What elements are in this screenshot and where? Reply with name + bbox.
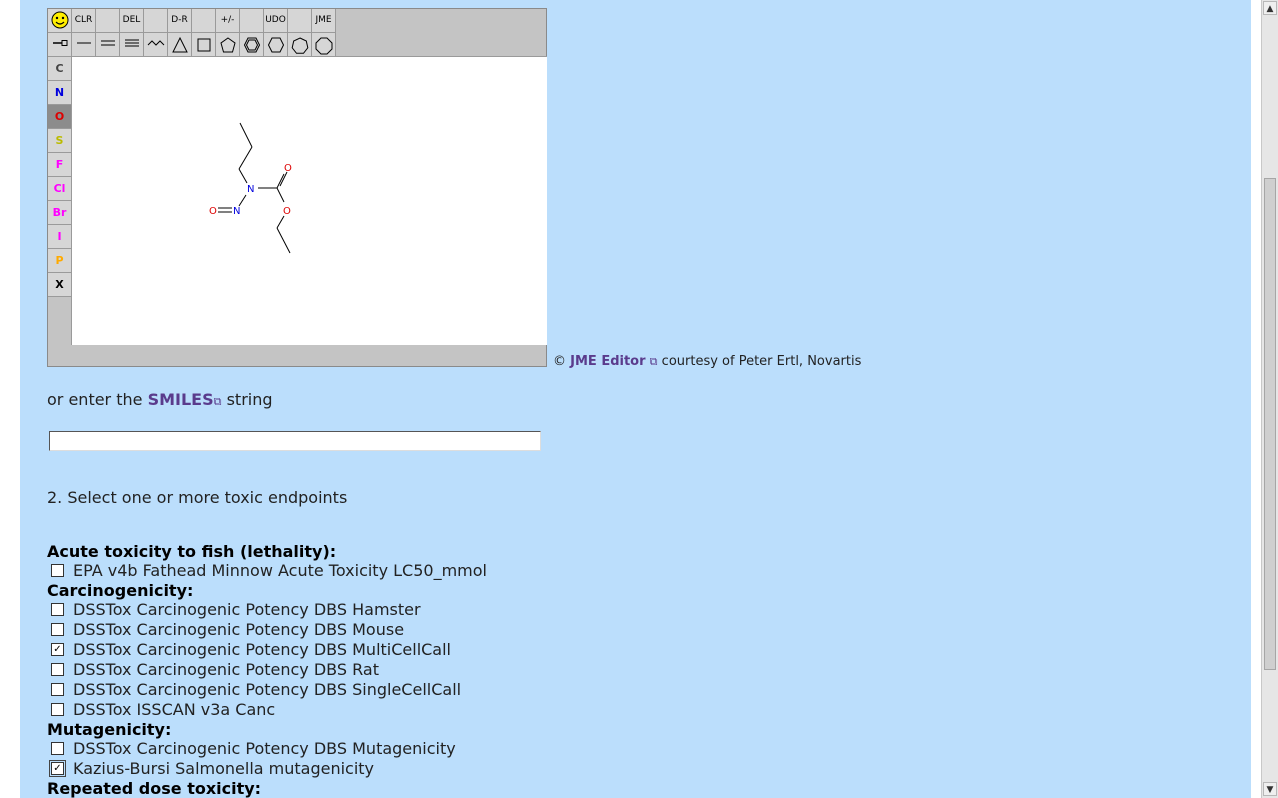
benzene-ring-icon[interactable] bbox=[240, 33, 264, 57]
molecule-canvas[interactable]: O N O O N bbox=[71, 56, 547, 345]
endpoint-checkbox-row[interactable]: EPA v4b Fathead Minnow Acute Toxicity LC… bbox=[47, 561, 487, 581]
endpoint-label: DSSTox Carcinogenic Potency DBS Mouse bbox=[73, 620, 405, 639]
group-heading-carcinogenicity: Carcinogenicity: bbox=[47, 581, 194, 600]
checkbox[interactable] bbox=[51, 702, 64, 716]
toolbar-blank-button[interactable] bbox=[240, 9, 264, 33]
atom-s-button[interactable]: S bbox=[48, 129, 72, 153]
endpoint-label: Kazius-Bursi Salmonella mutagenicity bbox=[73, 759, 375, 778]
molecule-drawing: O N O O N bbox=[209, 122, 292, 254]
triangle-ring-icon[interactable] bbox=[168, 33, 192, 57]
del-button[interactable]: DEL bbox=[120, 9, 144, 33]
smiles-prompt: or enter the SMILES⧉ string bbox=[47, 390, 273, 409]
smiles-input[interactable] bbox=[49, 431, 541, 451]
checkbox[interactable] bbox=[51, 662, 64, 676]
atom-f-button[interactable]: F bbox=[48, 153, 72, 177]
endpoint-checkbox-row[interactable]: DSSTox Carcinogenic Potency DBS SingleCe… bbox=[47, 680, 461, 700]
octagon-ring-icon[interactable] bbox=[312, 33, 336, 57]
group-heading-mutagenicity: Mutagenicity: bbox=[47, 720, 172, 739]
atom-cl-button[interactable]: Cl bbox=[48, 177, 72, 201]
double-bond-icon[interactable] bbox=[96, 33, 120, 57]
d-r-button[interactable]: D-R bbox=[168, 9, 192, 33]
chain-icon[interactable] bbox=[48, 33, 72, 57]
group-heading-fish: Acute toxicity to fish (lethality): bbox=[47, 542, 337, 561]
atom-br-button[interactable]: Br bbox=[48, 201, 72, 225]
endpoint-checkbox-row[interactable]: DSSTox Carcinogenic Potency DBS Mouse bbox=[47, 620, 404, 640]
external-link-icon: ⧉ bbox=[213, 395, 222, 408]
hexagon-ring-icon[interactable] bbox=[264, 33, 288, 57]
checkbox-checked[interactable]: ✓ bbox=[49, 759, 66, 777]
scroll-up-icon[interactable]: ▲ bbox=[1263, 1, 1277, 15]
toolbar-blank-button[interactable] bbox=[96, 9, 120, 33]
atom-x-button[interactable]: X bbox=[48, 273, 72, 297]
scroll-down-icon[interactable]: ▼ bbox=[1263, 782, 1277, 796]
square-ring-icon[interactable] bbox=[192, 33, 216, 57]
checkbox[interactable] bbox=[51, 741, 64, 755]
smiles-suffix: string bbox=[226, 390, 273, 409]
atom-n-button[interactable]: N bbox=[48, 81, 72, 105]
checkbox-checked[interactable]: ✓ bbox=[51, 642, 64, 656]
charge-button[interactable]: +/- bbox=[216, 9, 240, 33]
toolbar-blank-button[interactable] bbox=[144, 9, 168, 33]
scroll-thumb[interactable] bbox=[1264, 178, 1276, 670]
toolbar-blank-button[interactable] bbox=[192, 9, 216, 33]
endpoint-checkbox-row[interactable]: DSSTox ISSCAN v3a Canc bbox=[47, 700, 275, 720]
atom-label-o-ester: O bbox=[283, 206, 291, 217]
group-heading-repeated-dose: Repeated dose toxicity: bbox=[47, 779, 262, 798]
endpoint-checkbox-row[interactable]: DSSTox Carcinogenic Potency DBS Hamster bbox=[47, 600, 421, 620]
atom-label-n-nitroso: N bbox=[233, 206, 240, 217]
endpoint-label: DSSTox Carcinogenic Potency DBS Hamster bbox=[73, 600, 421, 619]
endpoint-label: DSSTox Carcinogenic Potency DBS MultiCel… bbox=[73, 640, 451, 659]
checkbox[interactable] bbox=[51, 563, 64, 577]
wavy-chain-icon[interactable] bbox=[144, 33, 168, 57]
endpoint-checkbox-row[interactable]: DSSTox Carcinogenic Potency DBS Rat bbox=[47, 660, 379, 680]
smiley-icon[interactable] bbox=[48, 9, 72, 33]
checkbox[interactable] bbox=[51, 602, 64, 616]
jme-credit: © JME Editor ⧉ courtesy of Peter Ertl, N… bbox=[553, 354, 861, 369]
atom-label-o-carbonyl: O bbox=[284, 163, 292, 174]
smiles-prefix: or enter the bbox=[47, 390, 143, 409]
jme-editor[interactable]: CLR DEL D-R +/- UDO JME C N O S F Cl Br … bbox=[47, 8, 547, 367]
jme-info-button[interactable]: JME bbox=[312, 9, 336, 33]
clr-button[interactable]: CLR bbox=[72, 9, 96, 33]
atom-label-n-amide: N bbox=[247, 184, 254, 195]
atom-p-button[interactable]: P bbox=[48, 249, 72, 273]
single-bond-icon[interactable] bbox=[72, 33, 96, 57]
heptagon-ring-icon[interactable] bbox=[288, 33, 312, 57]
atom-c-button[interactable]: C bbox=[48, 57, 72, 81]
pentagon-ring-icon[interactable] bbox=[216, 33, 240, 57]
endpoint-label: DSSTox Carcinogenic Potency DBS Mutageni… bbox=[73, 739, 456, 758]
external-link-icon: ⧉ bbox=[649, 355, 658, 368]
checkbox[interactable] bbox=[51, 622, 64, 636]
copyright-symbol: © bbox=[553, 354, 566, 369]
atom-i-button[interactable]: I bbox=[48, 225, 72, 249]
atom-o-button[interactable]: O bbox=[48, 105, 72, 129]
triple-bond-icon[interactable] bbox=[120, 33, 144, 57]
vertical-scrollbar[interactable]: ▲ ▼ bbox=[1261, 0, 1278, 798]
atom-label-o-nitroso: O bbox=[209, 206, 217, 217]
endpoint-checkbox-row[interactable]: DSSTox Carcinogenic Potency DBS Mutageni… bbox=[47, 739, 456, 759]
credit-text: courtesy of Peter Ertl, Novartis bbox=[661, 354, 862, 369]
step-2-heading: 2. Select one or more toxic endpoints bbox=[47, 488, 348, 507]
endpoint-label: DSSTox Carcinogenic Potency DBS SingleCe… bbox=[73, 680, 462, 699]
endpoint-checkbox-row[interactable]: ✓ DSSTox Carcinogenic Potency DBS MultiCe… bbox=[47, 640, 451, 660]
endpoint-label: DSSTox ISSCAN v3a Canc bbox=[73, 700, 276, 719]
checkbox[interactable] bbox=[51, 682, 64, 696]
jme-editor-link[interactable]: JME Editor bbox=[570, 354, 645, 369]
endpoint-label: EPA v4b Fathead Minnow Acute Toxicity LC… bbox=[73, 561, 487, 580]
smiles-link[interactable]: SMILES bbox=[148, 390, 214, 409]
endpoint-label: DSSTox Carcinogenic Potency DBS Rat bbox=[73, 660, 379, 679]
toolbar-blank-button[interactable] bbox=[288, 9, 312, 33]
endpoint-checkbox-row[interactable]: ✓ Kazius-Bursi Salmonella mutagenicity bbox=[47, 759, 374, 779]
undo-button[interactable]: UDO bbox=[264, 9, 288, 33]
